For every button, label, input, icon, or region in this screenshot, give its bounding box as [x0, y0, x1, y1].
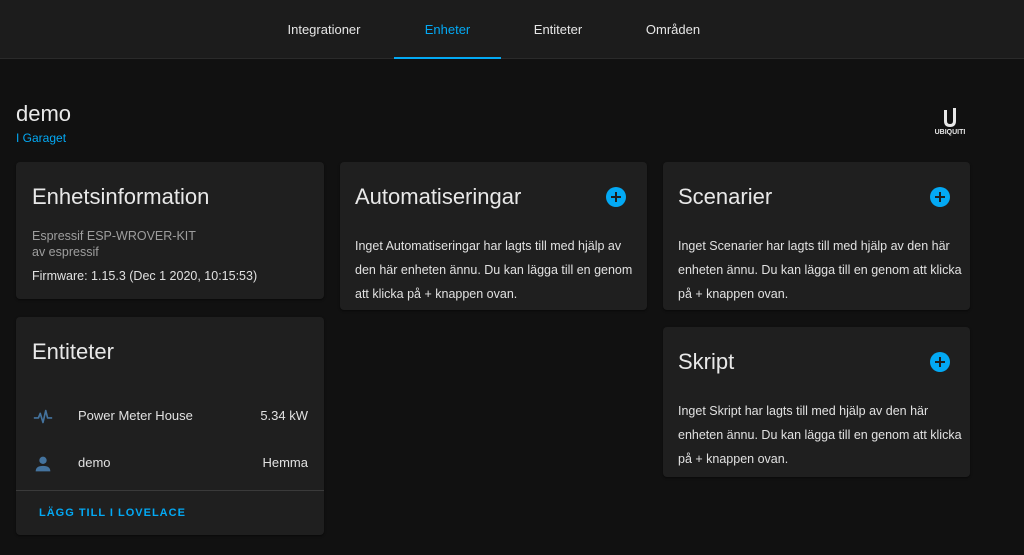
entities-title: Entiteter: [32, 339, 114, 364]
entities-card: Entiteter Power Meter House 5.34 kW demo…: [16, 317, 324, 535]
scenes-card: Scenarier Inget Scenarier har lagts till…: [663, 162, 970, 310]
entity-state: 5.34 kW: [260, 408, 308, 423]
top-tab-bar: Integrationer Enheter Entiteter Områden: [0, 0, 1024, 59]
tab-devices[interactable]: Enheter: [394, 0, 501, 59]
device-manufacturer: av espressif: [32, 245, 99, 259]
device-area-link[interactable]: I Garaget: [16, 131, 66, 145]
logo-text: UBIQUITI: [935, 129, 966, 136]
add-script-button[interactable]: [930, 352, 950, 372]
tab-areas[interactable]: Områden: [628, 0, 718, 59]
scripts-title: Skript: [678, 349, 735, 374]
tab-integrations[interactable]: Integrationer: [268, 0, 380, 59]
scripts-card: Skript Inget Skript har lagts till med h…: [663, 327, 970, 477]
device-name: demo: [16, 101, 72, 126]
entity-name: demo: [78, 455, 111, 470]
ubiquiti-logo-icon: UBIQUITI: [935, 108, 966, 136]
automations-title: Automatiseringar: [355, 184, 522, 209]
person-icon: [35, 456, 51, 472]
tab-entities[interactable]: Entiteter: [515, 0, 601, 59]
scenes-title: Scenarier: [678, 184, 773, 209]
entity-row[interactable]: demo Hemma: [16, 443, 324, 483]
entity-row[interactable]: Power Meter House 5.34 kW: [16, 396, 324, 436]
device-model: Espressif ESP-WROVER-KIT: [32, 229, 196, 243]
scripts-empty-text: Inget Skript har lagts till med hjälp av…: [678, 404, 962, 466]
device-info-title: Enhetsinformation: [32, 184, 210, 209]
device-info-card: Enhetsinformation Espressif ESP-WROVER-K…: [16, 162, 324, 299]
scenes-empty-text: Inget Scenarier har lagts till med hjälp…: [678, 239, 962, 301]
entity-name: Power Meter House: [78, 408, 193, 423]
add-scene-button[interactable]: [930, 187, 950, 207]
device-firmware: Firmware: 1.15.3 (Dec 1 2020, 10:15:53): [32, 269, 258, 283]
pulse-icon: [33, 409, 53, 424]
automations-card: Automatiseringar Inget Automatiseringar …: [340, 162, 647, 310]
automations-empty-text: Inget Automatiseringar har lagts till me…: [355, 239, 633, 301]
entity-state: Hemma: [262, 455, 308, 470]
card-divider: [16, 490, 324, 491]
add-automation-button[interactable]: [606, 187, 626, 207]
brand-logo: UBIQUITI: [928, 106, 972, 138]
add-to-lovelace-button[interactable]: LÄGG TILL I LOVELACE: [39, 507, 186, 519]
